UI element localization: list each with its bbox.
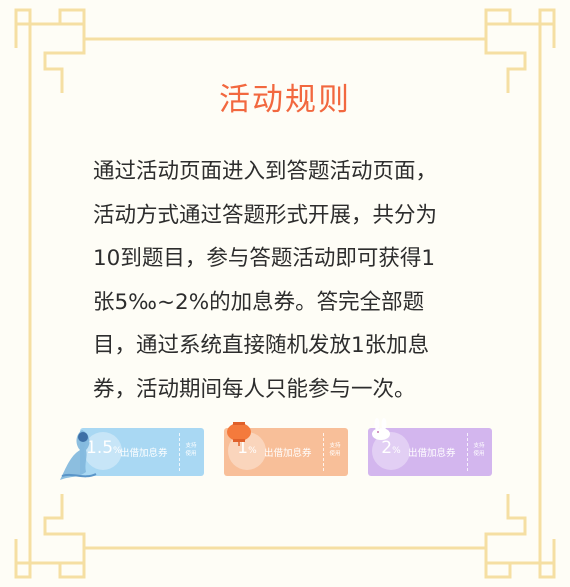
- page-title: 活动规则: [219, 82, 351, 118]
- rules-line: 通过活动页面进入到答题活动页面，: [93, 159, 438, 184]
- coupon-side-text: 支持使用: [473, 443, 485, 457]
- rules-line: 活动方式通过答题形式开展，共分为: [93, 202, 438, 228]
- rules-line: 券，活动期间每人只能参与一次。: [93, 376, 416, 402]
- rabbit-icon: [372, 418, 390, 440]
- coupon-divider: [467, 433, 468, 471]
- coupon-divider: [323, 433, 324, 471]
- coupon-side-text: 支持使用: [329, 443, 341, 457]
- fairy-figure-icon: [60, 430, 97, 480]
- lantern-icon: [227, 422, 251, 446]
- coupon-label: 出借加息券: [120, 448, 168, 459]
- rules-line: 张5‰~2%的加息券。答完全部题: [93, 289, 425, 315]
- coupon-divider: [179, 433, 180, 471]
- coupon-side-text: 支持使用: [185, 443, 197, 457]
- rules-line: 10到题目，参与答题活动即可获得1: [93, 246, 436, 271]
- coupon-label: 出借加息券: [264, 448, 312, 459]
- rules-line: 目，通过系统直接随机发放1张加息: [93, 333, 430, 358]
- coupon-label: 出借加息券: [408, 448, 456, 459]
- rules-text: 通过活动页面进入到答题活动页面， 活动方式通过答题形式开展，共分为 10到题目，…: [93, 150, 493, 411]
